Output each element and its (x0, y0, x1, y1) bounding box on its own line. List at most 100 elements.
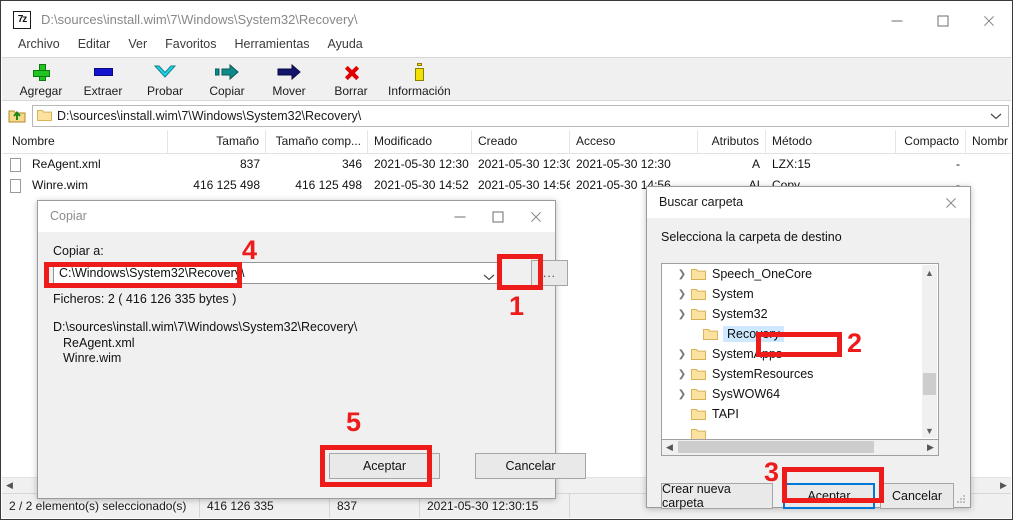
copy-files-info: Ficheros: 2 ( 416 126 335 bytes ) (53, 292, 237, 306)
resize-grip-icon[interactable] (956, 494, 966, 504)
chevron-down-icon[interactable] (990, 109, 1002, 123)
copy-file-2: Winre.wim (63, 351, 122, 365)
tree-item-tapi[interactable]: TAPI (662, 404, 938, 424)
table-row[interactable]: ReAgent.xml 837 346 2021-05-30 12:30 2021-05… (2, 154, 1011, 175)
minimize-icon (891, 20, 903, 21)
chevron-left-icon[interactable]: ◀ (2, 478, 17, 493)
chevron-right-icon[interactable] (674, 426, 690, 439)
menu-item-favoritos[interactable]: Favoritos (156, 34, 225, 54)
column-header-m-todo[interactable]: Método (766, 130, 896, 153)
toolbar-button-add[interactable]: Agregar (10, 58, 72, 100)
browse-dialog-close-button[interactable] (932, 187, 970, 218)
address-path: D:\sources\install.wim\7\Windows\System3… (57, 108, 362, 123)
copy-dialog: Copiar Copiar a: C:\Windows\System32\Rec… (37, 200, 586, 499)
folder-icon (691, 388, 706, 401)
copy-dialog-close-button[interactable] (517, 201, 555, 232)
chevron-right-icon[interactable]: ❯ (674, 266, 690, 282)
tree-item-syswow64[interactable]: ❯ SysWOW64 (662, 384, 938, 404)
tree-item-label: System32 (712, 307, 768, 321)
chevron-right-icon[interactable]: ▶ (996, 478, 1011, 493)
chevron-right-icon[interactable]: ❯ (674, 286, 690, 302)
folder-icon (691, 268, 706, 281)
browse-prompt: Selecciona la carpeta de destino (661, 230, 842, 244)
folder-tree-hscrollbar[interactable]: ◀ ▶ (661, 440, 939, 456)
toolbar-button-info[interactable]: Información (382, 58, 457, 100)
file-list-header: Nombre Tamaño Tamaño comp... Modificado Crea… (2, 130, 1011, 154)
menu-item-ver[interactable]: Ver (119, 34, 156, 54)
folder-icon (691, 368, 706, 381)
tree-item-label: SystemApps (712, 347, 783, 361)
column-header-creado[interactable]: Creado (472, 130, 570, 153)
chevron-right-icon[interactable]: ❯ (674, 346, 690, 362)
browse-dialog-controls (932, 187, 970, 218)
toolbar-button-test[interactable]: Probar (134, 58, 196, 100)
chevron-right-icon[interactable]: ❯ (674, 306, 690, 322)
column-header-nombr[interactable]: Nombr (966, 130, 1011, 153)
column-header-tama-o[interactable]: Tamaño (168, 130, 266, 153)
chevron-right-icon[interactable]: ▶ (923, 440, 938, 454)
hscroll-thumb[interactable] (678, 441, 874, 453)
chevron-down-icon[interactable] (483, 270, 495, 284)
chevron-right-icon[interactable]: ❯ (674, 366, 690, 382)
column-header-acceso[interactable]: Acceso (570, 130, 698, 153)
column-header-nombre[interactable]: Nombre (6, 130, 168, 153)
folder-tree[interactable]: ❯ Speech_OneCore ❯ System ❯ System32 Recovery ❯… (661, 263, 939, 440)
menu-item-editar[interactable]: Editar (69, 34, 120, 54)
toolbar-button-delete[interactable]: Borrar (320, 58, 382, 100)
tree-item-system[interactable]: ❯ System (662, 284, 938, 304)
menu-item-archivo[interactable]: Archivo (9, 34, 69, 54)
chevron-right-icon[interactable]: ❯ (674, 386, 690, 402)
tree-item-recovery[interactable]: Recovery (662, 324, 938, 344)
folder-tree-vscrollbar[interactable]: ▲ ▼ (922, 265, 937, 438)
cell-accessed: 2021-05-30 12:30 (576, 157, 671, 171)
toolbar-label-test: Probar (146, 84, 184, 98)
copy-dialog-minimize-button[interactable] (441, 201, 479, 232)
address-bar: D:\sources\install.wim\7\Windows\System3… (2, 102, 1011, 129)
up-folder-icon[interactable] (2, 102, 32, 129)
browse-cancel-button[interactable]: Cancelar (880, 483, 954, 509)
toolbar-button-extract[interactable]: Extraer (72, 58, 134, 100)
cell-method: LZX:15 (772, 157, 811, 171)
app-icon: 7z (13, 11, 31, 29)
column-header-compacto[interactable]: Compacto (896, 130, 966, 153)
chevron-up-icon[interactable]: ▲ (922, 265, 937, 280)
vscroll-thumb[interactable] (923, 373, 936, 395)
tree-item-speech_onecore[interactable]: ❯ Speech_OneCore (662, 264, 938, 284)
browse-button[interactable]: ... (531, 260, 568, 286)
folder-icon (703, 328, 718, 341)
folder-icon (691, 428, 706, 439)
column-header-modificado[interactable]: Modificado (368, 130, 472, 153)
toolbar-button-copy[interactable]: Copiar (196, 58, 258, 100)
plus-icon (28, 61, 54, 83)
chevron-right-icon[interactable] (674, 406, 690, 422)
tree-item-label: System (712, 287, 754, 301)
menu-item-ayuda[interactable]: Ayuda (319, 34, 372, 54)
copy-dialog-maximize-button[interactable] (479, 201, 517, 232)
tree-item-systemresources[interactable]: ❯ SystemResources (662, 364, 938, 384)
copy-ok-button[interactable]: Aceptar (329, 453, 440, 479)
tree-item-partial[interactable] (662, 424, 938, 439)
tree-item-systemapps[interactable]: ❯ SystemApps (662, 344, 938, 364)
toolbar: Agregar Extraer Probar Copiar Mover Borr… (2, 57, 1011, 101)
move-arrow-icon (276, 61, 302, 83)
cell-size: 416 125 498 (193, 178, 260, 192)
cell-packed_size: 346 (341, 157, 362, 171)
toolbar-label-extract: Extraer (83, 84, 123, 98)
address-combo[interactable]: D:\sources\install.wim\7\Windows\System3… (32, 104, 1009, 127)
column-header-tama-o-comp[interactable]: Tamaño comp... (266, 130, 368, 153)
tree-item-label: Recovery (723, 326, 784, 342)
toolbar-button-move[interactable]: Mover (258, 58, 320, 100)
folder-icon (37, 109, 52, 122)
copy-cancel-button[interactable]: Cancelar (475, 453, 586, 479)
cell-name2 (966, 175, 1011, 196)
cell-packed_size: 416 125 498 (295, 178, 362, 192)
column-header-atributos[interactable]: Atributos (698, 130, 766, 153)
tree-item-system32[interactable]: ❯ System32 (662, 304, 938, 324)
create-new-folder-button[interactable]: Crear nueva carpeta (661, 482, 773, 510)
close-icon (530, 210, 543, 223)
menu-item-herramientas[interactable]: Herramientas (226, 34, 319, 54)
copy-target-combo[interactable]: C:\Windows\System32\Recovery\ (53, 262, 502, 284)
chevron-left-icon[interactable]: ◀ (662, 440, 677, 454)
browse-ok-button[interactable]: Aceptar (783, 483, 875, 509)
chevron-down-icon[interactable]: ▼ (922, 423, 937, 438)
